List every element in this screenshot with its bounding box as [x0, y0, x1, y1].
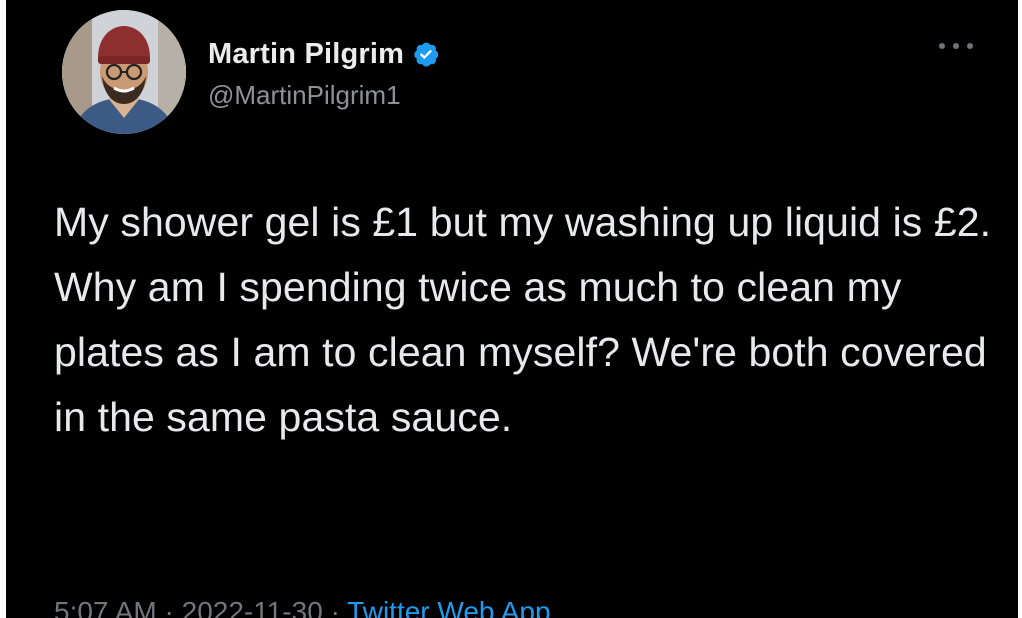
- meta-separator-2: ·: [330, 596, 340, 618]
- tweet-time[interactable]: 5:07 AM: [54, 596, 157, 618]
- user-handle[interactable]: @MartinPilgrim1: [208, 80, 401, 111]
- tweet-source-link[interactable]: Twitter Web App: [347, 596, 550, 618]
- avatar[interactable]: [62, 10, 186, 134]
- tweet-card: Martin Pilgrim @MartinPilgrim1 My shower…: [6, 0, 1018, 618]
- tweet-text: My shower gel is £1 but my washing up li…: [54, 199, 992, 440]
- author-row: Martin Pilgrim: [208, 36, 440, 72]
- meta-separator: ·: [164, 596, 174, 618]
- verified-badge-icon: [412, 40, 440, 68]
- more-options-icon[interactable]: [939, 36, 973, 56]
- tweet-date[interactable]: 2022-11-30: [182, 596, 323, 618]
- tweet-meta: 5:07 AM · 2022-11-30 · Twitter Web App: [54, 596, 551, 618]
- display-name[interactable]: Martin Pilgrim: [208, 38, 404, 71]
